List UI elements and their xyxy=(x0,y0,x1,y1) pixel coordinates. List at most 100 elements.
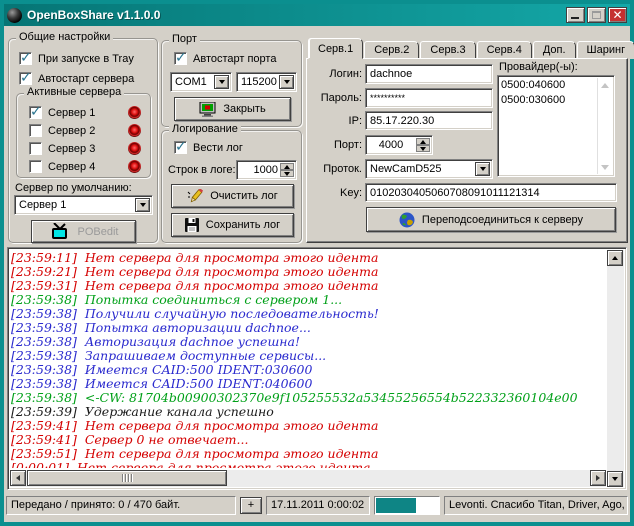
server-row-4: Сервер 4 xyxy=(29,160,141,173)
scroll-right-icon[interactable] xyxy=(590,470,606,486)
keep-log-checkbox[interactable] xyxy=(174,141,187,154)
spin-up-icon[interactable] xyxy=(416,138,430,145)
log-line: [23:59:38] Запрашиваем доступные сервисы… xyxy=(11,349,605,363)
tv-icon xyxy=(49,223,71,241)
pobedit-label: POBedit xyxy=(78,226,119,238)
key-label: Key: xyxy=(309,187,362,199)
providers-label: Провайдер(-ы): xyxy=(499,61,578,73)
providers-scrollbar[interactable] xyxy=(597,78,612,174)
tab-5[interactable]: Доп. xyxy=(533,41,576,59)
default-server-combobox[interactable]: Сервер 1 xyxy=(14,195,153,215)
scroll-down-icon[interactable] xyxy=(607,471,623,487)
login-label: Логин: xyxy=(309,68,362,80)
server-checkbox-1[interactable] xyxy=(29,106,42,119)
default-server-value: Сервер 1 xyxy=(19,198,134,212)
autostart-server-checkbox[interactable] xyxy=(19,72,32,85)
led-icon xyxy=(128,160,141,173)
spin-down-icon[interactable] xyxy=(280,170,294,177)
password-input[interactable] xyxy=(365,88,493,108)
tab-6[interactable]: Шаринг xyxy=(577,41,634,59)
tab-3[interactable]: Серв.3 xyxy=(420,41,475,59)
log-lines-spinner[interactable]: 1000 xyxy=(236,160,297,180)
scroll-left-icon[interactable] xyxy=(10,470,26,486)
save-log-button[interactable]: Сохранить лог xyxy=(171,213,294,237)
spin-up-icon[interactable] xyxy=(280,163,294,170)
provider-item[interactable]: 0500:040600 xyxy=(501,78,596,93)
logging-group: Логирование Вести лог Строк в логе: 1000… xyxy=(161,130,302,243)
server-port-value: 4000 xyxy=(368,138,414,152)
close-button[interactable]: ✕ xyxy=(608,7,627,23)
led-icon xyxy=(128,142,141,155)
server-port-spinner[interactable]: 4000 xyxy=(365,135,433,155)
log-line: [23:59:38] Получили случайную последоват… xyxy=(11,307,605,321)
scroll-down-icon[interactable] xyxy=(600,162,610,172)
scrollbar-thumb[interactable] xyxy=(27,470,227,486)
close-icon: ✕ xyxy=(612,9,622,21)
tray-checkbox[interactable] xyxy=(19,52,32,65)
baud-rate-combobox[interactable]: 115200 xyxy=(236,72,297,92)
server-checkbox-3[interactable] xyxy=(29,142,42,155)
key-input[interactable] xyxy=(365,183,617,202)
log-lines-value: 1000 xyxy=(239,163,278,177)
server-checkbox-2[interactable] xyxy=(29,124,42,137)
log-text: [23:59:11] Нет сервера для просмотра это… xyxy=(11,251,605,468)
datetime-status: 17.11.2011 0:00:02 xyxy=(266,496,370,515)
pobedit-button[interactable]: POBedit xyxy=(31,220,136,243)
reconnect-label: Переподсоединиться к серверу xyxy=(422,214,583,226)
spin-down-icon[interactable] xyxy=(416,145,430,152)
chevron-down-icon[interactable] xyxy=(135,198,150,212)
chevron-down-icon[interactable] xyxy=(279,75,294,89)
log-line: [23:59:38] Имеется CAID:500 IDENT:030600 xyxy=(11,363,605,377)
ip-input[interactable] xyxy=(365,111,493,130)
server-label: Сервер 1 xyxy=(48,107,95,119)
com-port-combobox[interactable]: COM1 xyxy=(170,72,232,92)
minimize-button[interactable] xyxy=(566,7,585,23)
window-title: OpenBoxShare v1.1.0.0 xyxy=(27,8,160,22)
protocol-combobox[interactable]: NewCamD525 xyxy=(365,159,493,179)
providers-listbox[interactable]: 0500:0406000500:030600 xyxy=(497,75,615,177)
port-group: Порт Автостарт порта COM1 115200 Закрыть xyxy=(161,40,302,127)
com-port-value: COM1 xyxy=(175,75,213,89)
log-line: [23:59:39] Удержание канала успешно xyxy=(11,405,605,419)
close-port-button[interactable]: Закрыть xyxy=(174,97,291,121)
keep-log-row: Вести лог xyxy=(174,141,243,154)
plus-button[interactable]: + xyxy=(240,497,262,514)
tab-1[interactable]: Серв.1 xyxy=(308,38,363,59)
client-area: Общие настройки При запуске в Tray Автос… xyxy=(4,26,630,522)
login-input[interactable] xyxy=(365,64,493,84)
status-bar: Передано / принято: 0 / 470 байт. + 17.1… xyxy=(4,493,630,519)
autostart-port-checkbox[interactable] xyxy=(174,52,187,65)
server-row-1: Сервер 1 xyxy=(29,106,141,119)
pencil-icon xyxy=(187,189,203,204)
reconnect-button[interactable]: Переподсоединиться к серверу xyxy=(366,207,616,232)
scroll-up-icon[interactable] xyxy=(600,80,610,90)
log-horizontal-scrollbar[interactable] xyxy=(10,470,606,487)
autostart-server-row: Автостарт сервера xyxy=(19,72,134,85)
chevron-down-icon[interactable] xyxy=(475,162,490,176)
keep-log-label: Вести лог xyxy=(193,142,243,154)
progress-fill xyxy=(376,498,416,513)
protocol-label: Проток. xyxy=(309,163,362,175)
title-bar[interactable]: OpenBoxShare v1.1.0.0 ✕ xyxy=(4,4,630,26)
minimize-icon xyxy=(571,17,579,19)
general-settings-group: Общие настройки При запуске в Tray Автос… xyxy=(8,38,158,243)
scroll-up-icon[interactable] xyxy=(607,250,623,266)
log-line: [23:59:21] Нет сервера для просмотра это… xyxy=(11,265,605,279)
server-checkbox-4[interactable] xyxy=(29,160,42,173)
active-servers-group: Активные сервера Сервер 1Сервер 2Сервер … xyxy=(16,93,151,178)
led-icon xyxy=(128,124,141,137)
providers-list: 0500:0406000500:030600 xyxy=(501,78,596,108)
log-vertical-scrollbar[interactable] xyxy=(607,250,624,487)
tab-2[interactable]: Серв.2 xyxy=(364,41,419,59)
server-tab-page: Логин: Пароль: IP: Порт: 4000 Проток. Ne… xyxy=(306,58,628,243)
provider-item[interactable]: 0500:030600 xyxy=(501,93,596,108)
server-label: Сервер 2 xyxy=(48,125,95,137)
traffic-status: Передано / принято: 0 / 470 байт. xyxy=(6,496,236,515)
clear-log-button[interactable]: Очистить лог xyxy=(171,184,294,208)
tab-4[interactable]: Серв.4 xyxy=(477,41,532,59)
log-lines-label: Строк в логе: xyxy=(168,164,236,176)
chevron-down-icon[interactable] xyxy=(214,75,229,89)
protocol-value: NewCamD525 xyxy=(370,162,474,176)
server-label: Сервер 4 xyxy=(48,161,95,173)
maximize-button[interactable] xyxy=(587,7,606,23)
